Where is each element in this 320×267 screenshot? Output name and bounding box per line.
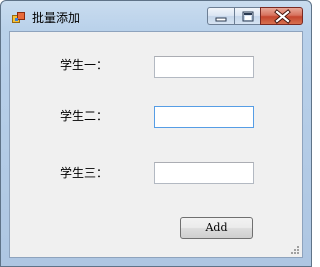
title-bar[interactable]: 批量添加 xyxy=(1,1,311,31)
caption-buttons xyxy=(207,7,303,27)
form-client-area: 学生一： 学生二： 学生三： Add xyxy=(9,31,303,258)
minimize-icon xyxy=(215,17,227,22)
resize-grip-icon[interactable] xyxy=(290,245,300,255)
app-icon[interactable] xyxy=(12,10,26,24)
add-button[interactable]: Add xyxy=(180,217,253,239)
student1-label: 学生一： xyxy=(60,58,109,72)
student1-input[interactable] xyxy=(154,56,254,78)
window-title: 批量添加 xyxy=(32,11,81,25)
student2-input[interactable] xyxy=(154,106,254,128)
student3-label: 学生三： xyxy=(60,166,109,180)
minimize-button[interactable] xyxy=(207,7,234,25)
maximize-button[interactable] xyxy=(234,7,260,25)
student2-label: 学生二： xyxy=(60,109,109,123)
maximize-icon xyxy=(242,11,254,22)
close-icon xyxy=(274,9,291,24)
close-button[interactable] xyxy=(260,7,303,25)
student3-input[interactable] xyxy=(154,162,254,184)
dialog-window: 批量添加 学生一： 学生二： 学生三： Add xyxy=(0,0,312,267)
